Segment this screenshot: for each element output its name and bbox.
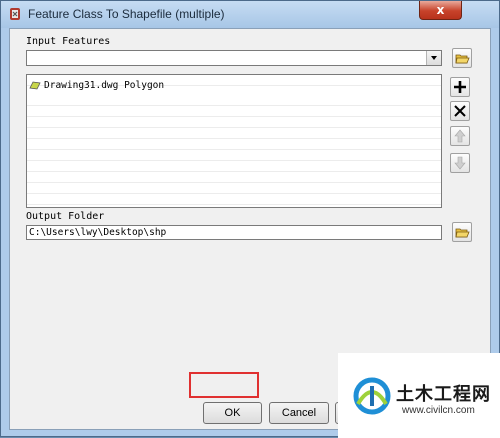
- plus-icon: [454, 81, 466, 93]
- input-features-combo[interactable]: [26, 50, 442, 66]
- window-title: Feature Class To Shapefile (multiple): [28, 7, 225, 21]
- browse-output-button[interactable]: [452, 222, 472, 242]
- close-icon: x: [436, 3, 445, 17]
- close-button[interactable]: x: [419, 1, 462, 20]
- input-features-label: Input Features: [26, 36, 111, 47]
- open-folder-icon: [455, 54, 470, 64]
- list-item-label: Drawing31.dwg Polygon: [44, 79, 165, 91]
- cancel-button[interactable]: Cancel: [269, 402, 329, 424]
- arrow-down-icon: [454, 156, 466, 170]
- output-folder-label: Output Folder: [26, 211, 105, 222]
- list-item[interactable]: Drawing31.dwg Polygon: [29, 79, 164, 91]
- input-features-list[interactable]: Drawing31.dwg Polygon: [26, 74, 442, 208]
- watermark-title: 土木工程网: [396, 384, 491, 405]
- open-folder-icon: [455, 228, 470, 238]
- move-down-button[interactable]: [450, 153, 470, 173]
- polygon-layer-icon: [29, 81, 41, 89]
- dialog-window: Feature Class To Shapefile (multiple) x …: [0, 0, 500, 438]
- remove-button[interactable]: [450, 101, 470, 121]
- arctoolbox-icon: [10, 8, 20, 20]
- chevron-down-icon[interactable]: [426, 51, 441, 65]
- arrow-up-icon: [454, 129, 466, 143]
- browse-input-button[interactable]: [452, 48, 472, 68]
- watermark-logo-icon: [353, 377, 391, 415]
- add-button[interactable]: [450, 77, 470, 97]
- title-bar[interactable]: Feature Class To Shapefile (multiple) x: [1, 1, 499, 28]
- ok-highlight-box: [189, 372, 259, 398]
- output-folder-input[interactable]: C:\Users\lwy\Desktop\shp: [26, 225, 442, 240]
- move-up-button[interactable]: [450, 126, 470, 146]
- watermark-url: www.civilcn.com: [402, 405, 475, 416]
- ok-button[interactable]: OK: [203, 402, 262, 424]
- watermark: 土木工程网 www.civilcn.com: [338, 353, 500, 438]
- delete-x-icon: [454, 105, 466, 117]
